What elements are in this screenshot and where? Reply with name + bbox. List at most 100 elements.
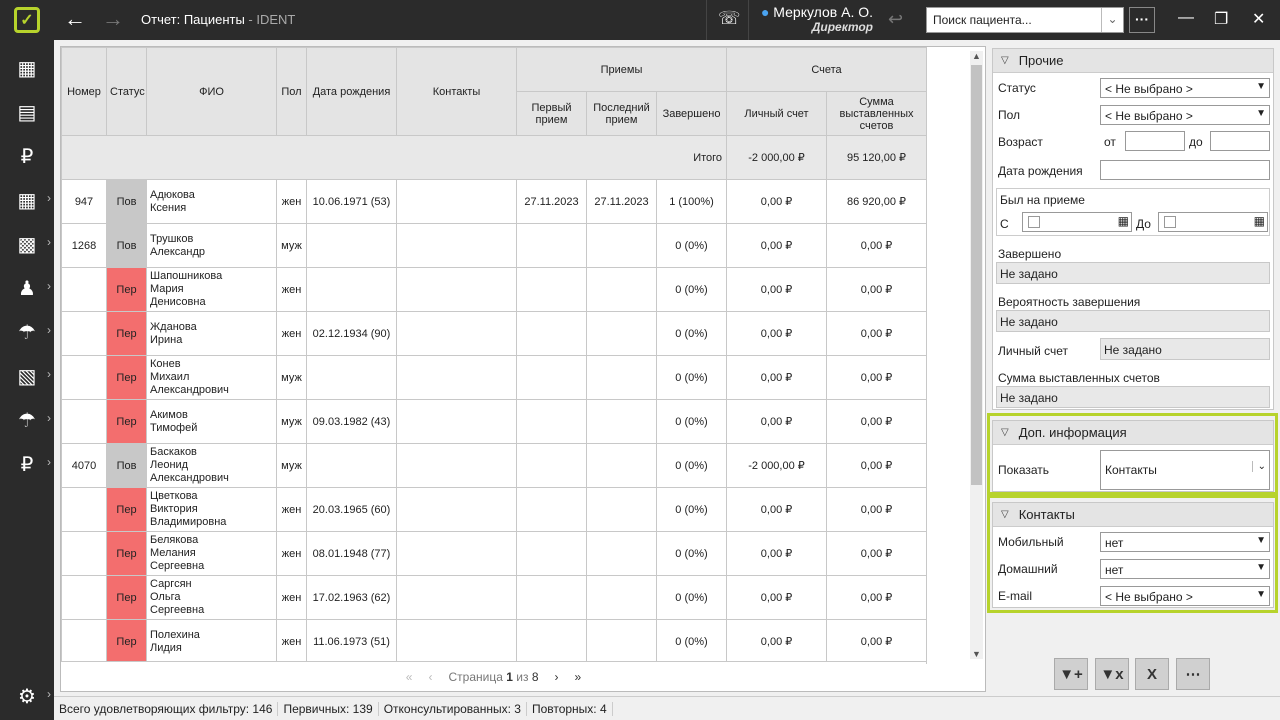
maximize-button[interactable]: ❐ (1214, 9, 1228, 29)
sum-range[interactable]: Не задано (996, 386, 1270, 408)
cell-first (516, 619, 587, 664)
mobile-select[interactable]: нет ▼ (1100, 532, 1270, 552)
col-header-sum[interactable]: Сумма выставленных счетов (826, 91, 928, 136)
col-header-first[interactable]: Первый прием (516, 91, 587, 136)
col-header-account[interactable]: Личный счет (726, 91, 828, 136)
chevron-down-icon: ▼ (1256, 108, 1266, 119)
minimize-button[interactable]: — (1178, 9, 1194, 27)
forward-button[interactable]: → (102, 8, 124, 30)
col-header-contacts[interactable]: Контакты (396, 47, 517, 136)
col-header-fio[interactable]: ФИО (146, 47, 277, 136)
cell-num: 1268 (61, 223, 107, 268)
sidebar-item-schedule[interactable]: ▦ (0, 46, 54, 90)
checkmark-icon: ✓ (14, 7, 40, 33)
age-to-input[interactable] (1210, 131, 1270, 151)
table-row[interactable]: Пер Акимов Тимофей муж 09.03.1982 (43) 0 (0%… (61, 399, 928, 444)
home-select[interactable]: нет ▼ (1100, 559, 1270, 579)
scroll-up-icon[interactable]: ▲ (970, 51, 983, 61)
col-header-status[interactable]: Статус (106, 47, 147, 136)
status-select[interactable]: < Не выбрано > ▼ (1100, 78, 1270, 98)
cell-sex: жен (276, 487, 307, 532)
scroll-down-icon[interactable]: ▼ (970, 649, 983, 659)
logout-icon[interactable]: ↩ (888, 9, 903, 30)
cell-fio: Жданова Ирина (146, 311, 277, 356)
col-header-done[interactable]: Завершено (655, 91, 728, 136)
table-row[interactable]: Пер Саргсян Ольга Сергеевна жен 17.02.1963 … (61, 575, 928, 620)
sidebar-item-settings[interactable]: ⚙ › (0, 674, 54, 718)
close-button[interactable]: ✕ (1252, 9, 1265, 29)
probability-range[interactable]: Не задано (996, 310, 1270, 332)
status-consulted: Отконсультированных: 3 (379, 701, 527, 716)
cell-status: Пер (106, 575, 147, 620)
calendar-icon[interactable]: ▦ (1118, 214, 1129, 228)
next-page-button[interactable]: › (555, 670, 559, 684)
table-row[interactable]: Пер Белякова Мелания Сергеевна жен 08.01.19… (61, 531, 928, 576)
sidebar-item-warehouse[interactable]: ▧ › (0, 354, 54, 398)
visited-to-date[interactable]: ▦ (1158, 212, 1268, 232)
sex-select[interactable]: < Не выбрано > ▼ (1100, 105, 1270, 125)
show-select[interactable]: Контакты ⌄ (1100, 450, 1270, 490)
chevron-down-icon[interactable]: ⌄ (1101, 8, 1123, 32)
sidebar-item-dental[interactable]: ☂ › (0, 310, 54, 354)
cell-done: 0 (0%) (655, 619, 728, 664)
more-button[interactable]: ··· (1129, 7, 1155, 33)
col-header-last[interactable]: Последний прием (586, 91, 657, 136)
table-row[interactable]: Пер Полехина Лидия жен 11.06.1973 (51) 0 (0%… (61, 619, 928, 664)
table-row[interactable]: 947 Пов Адюкова Ксения жен 10.06.1971 (53) 27… (61, 179, 928, 224)
sidebar-item-payroll[interactable]: ₽ › (0, 442, 54, 486)
table-row[interactable]: Пер Конев Михаил Александрович муж 0 (0%) 0,… (61, 355, 928, 400)
table-row[interactable]: Пер Жданова Ирина жен 02.12.1934 (90) 0 (0%)… (61, 311, 928, 356)
dob-input[interactable] (1100, 160, 1270, 180)
back-button[interactable]: ← (64, 8, 86, 30)
sidebar-item-documents[interactable]: ▦ › (0, 178, 54, 222)
visited-from-date[interactable]: ▦ (1022, 212, 1132, 232)
sidebar-item-reports[interactable]: ▩ › (0, 222, 54, 266)
col-header-num[interactable]: Номер (61, 47, 107, 136)
patient-search-input[interactable]: Поиск пациента... ⌄ (926, 7, 1124, 33)
chat-button[interactable]: ⋯ (1176, 658, 1210, 690)
cell-dob: 02.12.1934 (90) (306, 311, 397, 356)
collapse-icon: ▽ (1001, 427, 1009, 438)
prev-page-button[interactable]: ‹ (428, 670, 432, 684)
last-page-button[interactable]: » (575, 670, 582, 684)
sidebar-item-insurance[interactable]: ☂ › (0, 398, 54, 442)
panel-header-extra[interactable]: ▽ Доп. информация (993, 421, 1273, 445)
email-select[interactable]: < Не выбрано > ▼ (1100, 586, 1270, 606)
cell-last (586, 575, 657, 620)
account-range[interactable]: Не задано (1100, 338, 1270, 360)
sidebar-item-finance[interactable]: ₽ (0, 134, 54, 178)
cell-contacts (396, 311, 517, 356)
cell-contacts (396, 399, 517, 444)
user-info[interactable]: ● Меркулов А. О. Директор (757, 4, 873, 34)
scroll-thumb[interactable] (971, 65, 982, 485)
cell-account: 0,00 ₽ (726, 179, 828, 224)
table-row[interactable]: 4070 Пов Баскаков Леонид Александрович муж 0… (61, 443, 928, 488)
col-header-dob[interactable]: Дата рождения (306, 47, 397, 136)
cell-num: 947 (61, 179, 107, 224)
panel-header-other[interactable]: ▽ Прочие (993, 49, 1273, 73)
phone-icon[interactable]: ☏ (718, 8, 741, 29)
app-logo[interactable]: ✓ (0, 0, 54, 40)
status-bar: Всего удовлетворяющих фильтру: 146 Перви… (54, 696, 1280, 720)
sidebar-item-tasks[interactable]: ▤ (0, 90, 54, 134)
excel-export-button[interactable]: X (1135, 658, 1169, 690)
age-from-input[interactable] (1125, 131, 1185, 151)
chevron-right-icon: › (47, 279, 51, 293)
panel-header-contacts[interactable]: ▽ Контакты (993, 503, 1273, 527)
cell-done: 0 (0%) (655, 267, 728, 312)
cell-num (61, 575, 107, 620)
apply-filter-button[interactable]: ▼+ (1054, 658, 1088, 690)
clear-filter-button[interactable]: ▼x (1095, 658, 1129, 690)
col-header-sex[interactable]: Пол (276, 47, 307, 136)
total-label: Итого (60, 135, 728, 180)
cell-num (61, 399, 107, 444)
ruble-icon: ₽ (20, 145, 34, 168)
first-page-button[interactable]: « (406, 670, 413, 684)
vertical-scrollbar[interactable]: ▲ ▼ (970, 51, 983, 659)
done-range[interactable]: Не задано (996, 262, 1270, 284)
table-row[interactable]: Пер Шапошникова Мария Денисовна жен 0 (0%) 0… (61, 267, 928, 312)
sidebar-item-patients[interactable]: ♟ › (0, 266, 54, 310)
table-row[interactable]: 1268 Пов Трушков Александр муж 0 (0%) 0,00 ₽0… (61, 223, 928, 268)
calendar-icon[interactable]: ▦ (1254, 214, 1265, 228)
table-row[interactable]: Пер Цветкова Виктория Владимировна жен 20.0… (61, 487, 928, 532)
